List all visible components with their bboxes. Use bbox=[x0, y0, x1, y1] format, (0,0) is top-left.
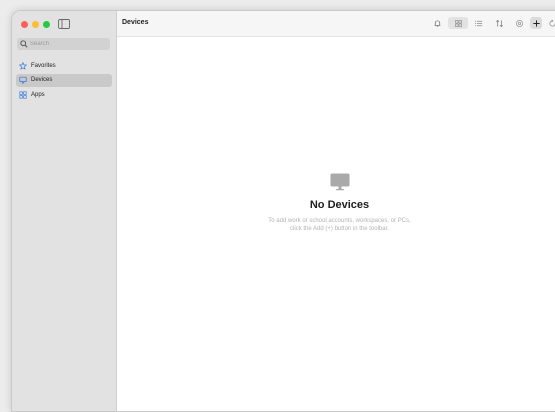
zoom-window-button[interactable] bbox=[43, 21, 50, 28]
star-icon bbox=[19, 62, 27, 70]
add-icon bbox=[532, 19, 541, 28]
sidebar-toggle-icon[interactable] bbox=[58, 19, 70, 29]
sidebar: Favorites Devices Apps bbox=[12, 11, 117, 411]
tile-view-button[interactable] bbox=[448, 17, 468, 29]
grid-icon bbox=[19, 91, 27, 99]
search-input[interactable] bbox=[30, 41, 108, 47]
settings-icon bbox=[515, 19, 524, 28]
main-content: Devices bbox=[117, 11, 555, 411]
tile-view-icon bbox=[454, 19, 463, 28]
search-field[interactable] bbox=[17, 38, 110, 50]
list-view-button[interactable] bbox=[472, 17, 484, 29]
app-window: Favorites Devices Apps bbox=[11, 10, 555, 412]
list-view-icon bbox=[474, 19, 483, 28]
sidebar-item-apps[interactable]: Apps bbox=[16, 88, 112, 101]
empty-state: No Devices To add work or school account… bbox=[117, 173, 555, 233]
sidebar-item-favorites[interactable]: Favorites bbox=[16, 59, 112, 72]
refresh-button[interactable] bbox=[546, 17, 555, 29]
empty-state-message: To add work or school accounts, workspac… bbox=[117, 217, 555, 233]
sort-button[interactable] bbox=[493, 17, 505, 29]
window-controls bbox=[21, 21, 50, 28]
toolbar: Devices bbox=[117, 11, 555, 37]
empty-state-line-1: To add work or school accounts, workspac… bbox=[117, 217, 555, 225]
empty-state-title: No Devices bbox=[117, 199, 555, 211]
add-button[interactable] bbox=[530, 17, 542, 29]
minimize-window-button[interactable] bbox=[32, 21, 39, 28]
search-icon bbox=[20, 40, 28, 48]
monitor-icon bbox=[19, 76, 27, 84]
monitor-icon bbox=[330, 173, 350, 191]
refresh-icon bbox=[548, 19, 555, 28]
empty-state-line-2: click the Add (+) button in the toolbar. bbox=[117, 225, 555, 233]
sidebar-item-devices[interactable]: Devices bbox=[16, 74, 112, 87]
sort-icon bbox=[495, 19, 504, 28]
sidebar-item-label: Apps bbox=[31, 92, 45, 98]
sidebar-item-label: Devices bbox=[31, 77, 52, 83]
page-title: Devices bbox=[122, 19, 148, 26]
sidebar-nav: Favorites Devices Apps bbox=[16, 59, 112, 103]
bell-icon bbox=[433, 19, 442, 28]
notifications-button[interactable] bbox=[431, 17, 443, 29]
close-window-button[interactable] bbox=[21, 21, 28, 28]
sidebar-item-label: Favorites bbox=[31, 63, 56, 69]
settings-button[interactable] bbox=[513, 17, 525, 29]
